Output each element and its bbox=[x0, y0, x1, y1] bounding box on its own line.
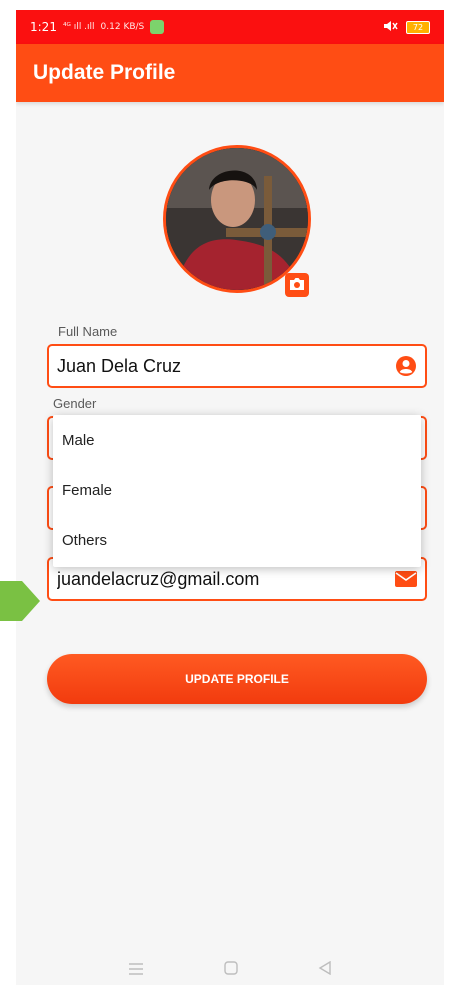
envelope-icon bbox=[395, 568, 417, 590]
phone-screen: 1:21 ⁴ᴳ ıll .ıll 0.12 KB/S 72 Update Pro… bbox=[16, 10, 444, 985]
status-bar: 1:21 ⁴ᴳ ıll .ıll 0.12 KB/S 72 bbox=[16, 10, 444, 44]
signal-indicators: ⁴ᴳ ıll .ıll bbox=[62, 22, 95, 32]
gender-option-female[interactable]: Female bbox=[53, 465, 421, 515]
pointer-arrow-icon bbox=[0, 581, 40, 621]
gender-option-male[interactable]: Male bbox=[53, 415, 421, 465]
full-name-value: Juan Dela Cruz bbox=[57, 355, 182, 376]
status-left: 1:21 ⁴ᴳ ıll .ıll 0.12 KB/S bbox=[30, 20, 165, 34]
email-value: juandelacruz@gmail.com bbox=[57, 568, 260, 589]
update-profile-button[interactable]: UPDATE PROFILE bbox=[47, 654, 427, 704]
gender-label: Gender bbox=[53, 396, 97, 411]
home-square-icon[interactable] bbox=[224, 960, 238, 979]
camera-icon bbox=[289, 276, 305, 295]
person-circle-icon bbox=[395, 355, 417, 377]
app-bar: Update Profile bbox=[16, 44, 444, 102]
avatar[interactable] bbox=[163, 145, 311, 293]
full-name-label: Full Name bbox=[58, 324, 118, 339]
mute-icon bbox=[382, 19, 398, 36]
notification-app-icon bbox=[150, 20, 165, 34]
gender-option-others[interactable]: Others bbox=[53, 515, 421, 565]
page-title: Update Profile bbox=[33, 61, 176, 84]
change-photo-button[interactable] bbox=[285, 273, 309, 297]
back-triangle-icon[interactable] bbox=[318, 960, 332, 979]
full-name-field[interactable]: Juan Dela Cruz bbox=[47, 344, 427, 388]
status-right: 72 bbox=[382, 19, 430, 36]
status-time: 1:21 bbox=[30, 20, 57, 34]
menu-icon[interactable] bbox=[128, 960, 144, 979]
battery-icon: 72 bbox=[406, 20, 430, 34]
gender-dropdown-menu: Male Female Others bbox=[53, 415, 421, 567]
network-speed: 0.12 KB/S bbox=[100, 22, 145, 32]
profile-photo-section bbox=[163, 145, 311, 297]
system-nav-bar bbox=[16, 954, 444, 985]
